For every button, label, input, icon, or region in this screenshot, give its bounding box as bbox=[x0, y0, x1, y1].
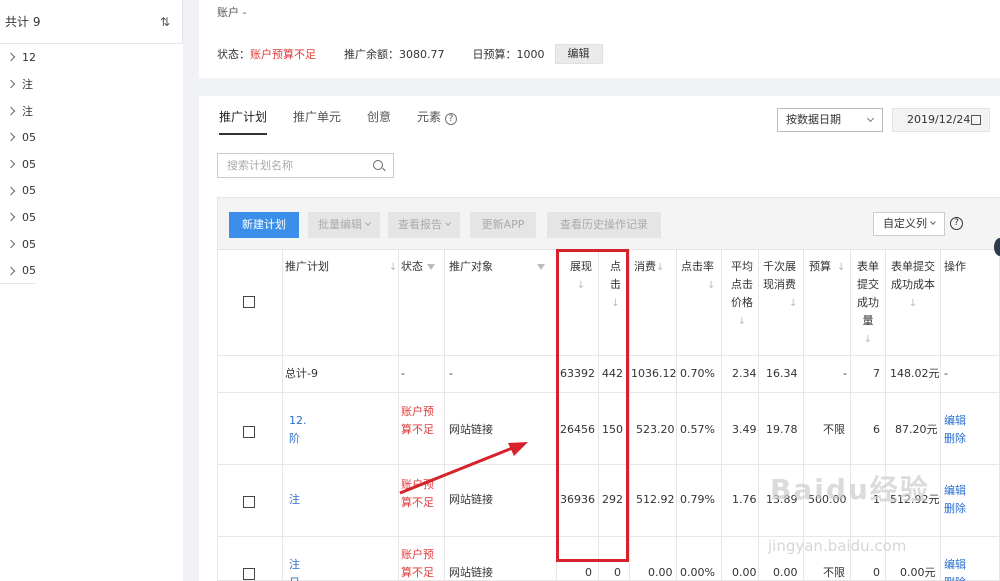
watermark-url: jingyan.baidu.com bbox=[768, 537, 907, 555]
side-handle[interactable] bbox=[994, 238, 1000, 256]
watermark: Baidu经验 bbox=[770, 473, 930, 506]
